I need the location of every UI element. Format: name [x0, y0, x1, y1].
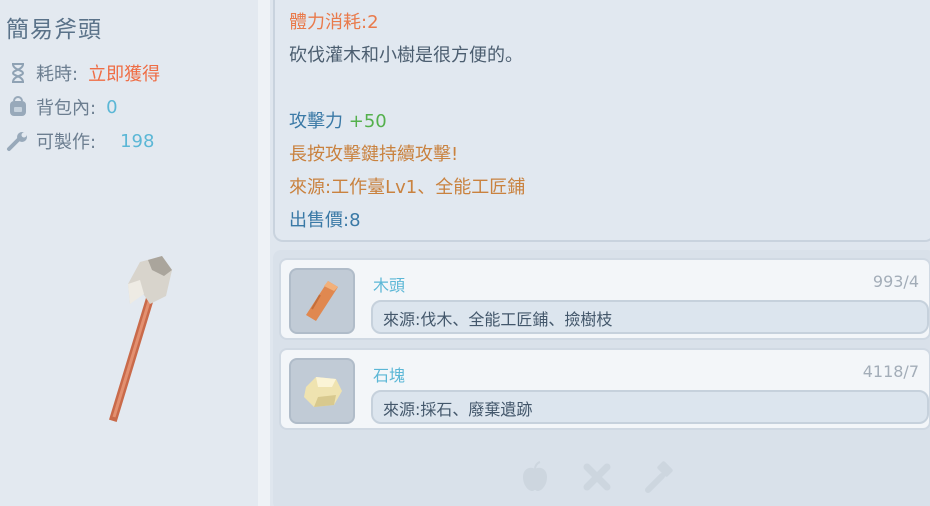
source-label: 來源: [289, 177, 332, 198]
wood-log-icon [289, 268, 355, 334]
panel-divider [258, 0, 270, 506]
material-count: 993/4 [872, 272, 919, 291]
stat-time-label: 耗時: [36, 64, 79, 85]
material-source: 來源:採石、廢棄遺跡 [371, 390, 929, 424]
stat-backpack-label: 背包內: [36, 98, 97, 119]
hourglass-icon [6, 61, 30, 85]
description-text: 砍伐灌木和小樹是很方便的。 [289, 45, 523, 66]
attack-label: 攻擊力 [289, 111, 343, 132]
stamina-line: 體力消耗:2 [289, 6, 919, 39]
cross-icon[interactable] [580, 460, 614, 494]
stat-craftable-value: 198 [120, 130, 155, 152]
price-value: 8 [349, 210, 361, 231]
bottom-icon-row [518, 460, 676, 494]
material-count: 4118/7 [862, 362, 919, 381]
stat-craftable-label: 可製作: [36, 132, 97, 153]
stamina-label: 體力消耗: [289, 12, 368, 33]
source-line: 來源:工作臺Lv1、全能工匠鋪 [289, 171, 919, 204]
hammer-icon[interactable] [642, 460, 676, 494]
material-name: 木頭 [373, 276, 406, 295]
material-name: 石塊 [373, 366, 406, 385]
apple-icon[interactable] [518, 460, 552, 494]
wrench-icon [6, 129, 30, 153]
stone-icon [289, 358, 355, 424]
axe-icon [100, 252, 190, 427]
item-info-panel: 簡易斧頭 耗時: 立即獲得 背包內: 0 可製作: 198 [0, 0, 258, 506]
stat-time: 耗時: 立即獲得 [6, 60, 160, 86]
hold-attack-text: 長按攻擊鍵持續攻擊! [289, 144, 459, 165]
attack-line: 攻擊力 +50 [289, 105, 919, 138]
backpack-icon [6, 95, 30, 119]
price-label: 出售價: [289, 210, 350, 231]
stat-backpack: 背包內: 0 [6, 94, 118, 120]
material-row[interactable]: 石塊 4118/7 來源:採石、廢棄遺跡 [279, 348, 930, 430]
stat-craftable: 可製作: 198 [6, 128, 154, 154]
stamina-value: 2 [367, 12, 379, 33]
materials-list: 木頭 993/4 來源:伐木、全能工匠鋪、撿樹枝 石塊 4118/7 來源:採石… [273, 250, 930, 506]
item-title: 簡易斧頭 [6, 17, 102, 43]
stat-backpack-value: 0 [106, 96, 118, 118]
item-description: 體力消耗:2 砍伐灌木和小樹是很方便的。 攻擊力 +50 長按攻擊鍵持續攻擊! … [273, 0, 930, 242]
source-value: 工作臺Lv1、全能工匠鋪 [331, 177, 526, 198]
material-source: 來源:伐木、全能工匠鋪、撿樹枝 [371, 300, 929, 334]
stat-time-value: 立即獲得 [88, 64, 161, 85]
attack-value: +50 [348, 111, 387, 132]
price-line: 出售價:8 [289, 204, 919, 237]
material-row[interactable]: 木頭 993/4 來源:伐木、全能工匠鋪、撿樹枝 [279, 258, 930, 340]
